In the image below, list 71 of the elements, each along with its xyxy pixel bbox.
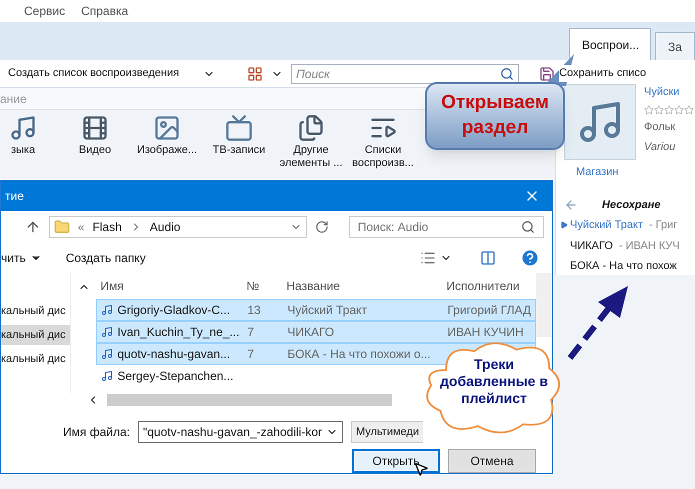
tab[interactable]: Воспрои... xyxy=(569,28,651,60)
file-row[interactable]: Grigoriy-Gladkov-C... 13 Чуйский Тракт Григорий ГЛАД xyxy=(96,299,536,321)
search-icon xyxy=(520,220,535,234)
column-header[interactable]: № xyxy=(242,277,282,295)
nav-item[interactable]: кальный дис xyxy=(1,325,70,345)
create-playlist-button[interactable]: Создать список воспроизведения xyxy=(8,65,180,82)
store-link[interactable]: Магазин xyxy=(576,164,695,180)
music-note-icon xyxy=(9,114,37,142)
organize-menu[interactable]: чить xyxy=(1,249,26,267)
star-icon xyxy=(664,104,674,114)
category-tile[interactable]: Видео xyxy=(60,114,130,170)
path-segment[interactable]: Flash xyxy=(92,218,122,236)
file-type-dropdown[interactable]: Мультимеди xyxy=(350,421,423,443)
back-arrow-icon[interactable] xyxy=(564,198,578,212)
horizontal-scrollbar[interactable] xyxy=(107,394,392,406)
category-tile[interactable]: зыка xyxy=(0,114,58,170)
dialog-button[interactable]: Отмена xyxy=(448,449,536,473)
dialog-button[interactable]: Открыть xyxy=(352,449,440,473)
menu-item[interactable]: Сервис xyxy=(24,2,66,20)
track-title[interactable]: Чуйски xyxy=(644,84,694,100)
new-folder-button[interactable]: Создать папку xyxy=(66,249,146,267)
category-tile[interactable]: ТВ-записи xyxy=(204,114,274,170)
save-list-button[interactable]: Сохранить списо xyxy=(559,65,646,82)
nav-item[interactable]: кальный дис xyxy=(1,349,70,369)
picture-icon xyxy=(153,114,181,142)
audio-file-icon xyxy=(101,370,114,382)
file-row[interactable]: Sergey-Stepanchen... xyxy=(96,365,376,387)
artist-text: Variou xyxy=(644,140,676,155)
playlist-title: Несохране xyxy=(602,198,660,212)
media-files-icon xyxy=(297,114,325,142)
filename-field[interactable]: "quotv-nashu-gavan_-zahodili-kor xyxy=(138,421,343,443)
callout-bubble: Открываем раздел xyxy=(425,82,565,150)
star-icon xyxy=(684,104,694,114)
playlist-item[interactable]: Чуйский Тракт - Григ xyxy=(560,217,695,234)
menu-item[interactable]: Справка xyxy=(81,2,128,20)
nav-item[interactable]: кальный дис xyxy=(1,301,70,321)
preview-pane-icon[interactable] xyxy=(480,250,496,266)
rating-stars[interactable] xyxy=(644,104,694,114)
category-tile[interactable]: Изображе... xyxy=(132,114,202,170)
view-list-icon[interactable] xyxy=(420,250,436,266)
audio-file-icon xyxy=(101,326,114,338)
path-segment[interactable]: Audio xyxy=(150,218,180,236)
vertical-scrollbar[interactable] xyxy=(536,273,552,337)
address-bar[interactable]: « Flash Audio xyxy=(48,216,307,238)
refresh-icon[interactable] xyxy=(314,220,329,234)
view-options-icon[interactable] xyxy=(247,66,264,82)
folder-icon xyxy=(54,219,70,235)
search-icon xyxy=(500,66,514,80)
star-icon xyxy=(674,104,684,114)
category-tile[interactable]: Другие элементы ... xyxy=(276,114,346,170)
filename-label: Имя файла: xyxy=(63,424,130,441)
tab[interactable]: За xyxy=(655,32,695,60)
audio-file-icon xyxy=(101,304,114,316)
star-icon xyxy=(654,104,664,114)
play-indicator-icon xyxy=(560,221,568,230)
playlist-item[interactable]: БОКА - На что похож xyxy=(560,258,695,274)
genre-text: Фольк xyxy=(644,120,676,134)
dialog-title: тие xyxy=(5,188,24,205)
audio-file-icon xyxy=(101,348,114,360)
column-header[interactable]: Имя xyxy=(96,277,242,295)
playlist-item[interactable]: ЧИКАГО - ИВАН КУЧ xyxy=(560,238,695,254)
tv-icon xyxy=(225,114,253,142)
film-icon xyxy=(81,114,109,142)
file-row[interactable]: Ivan_Kuchin_Ty_ne_... 7 ЧИКАГО ИВАН КУЧИН xyxy=(96,321,536,343)
category-tile[interactable]: Списки воспроизв... xyxy=(348,114,418,170)
star-icon xyxy=(644,104,654,114)
help-icon[interactable] xyxy=(520,248,540,268)
search-field[interactable]: Поиск xyxy=(291,64,520,84)
column-header[interactable]: Исполнители xyxy=(442,277,536,295)
search-field[interactable]: Поиск: Audio xyxy=(348,216,544,238)
column-header[interactable]: Название xyxy=(282,277,442,295)
